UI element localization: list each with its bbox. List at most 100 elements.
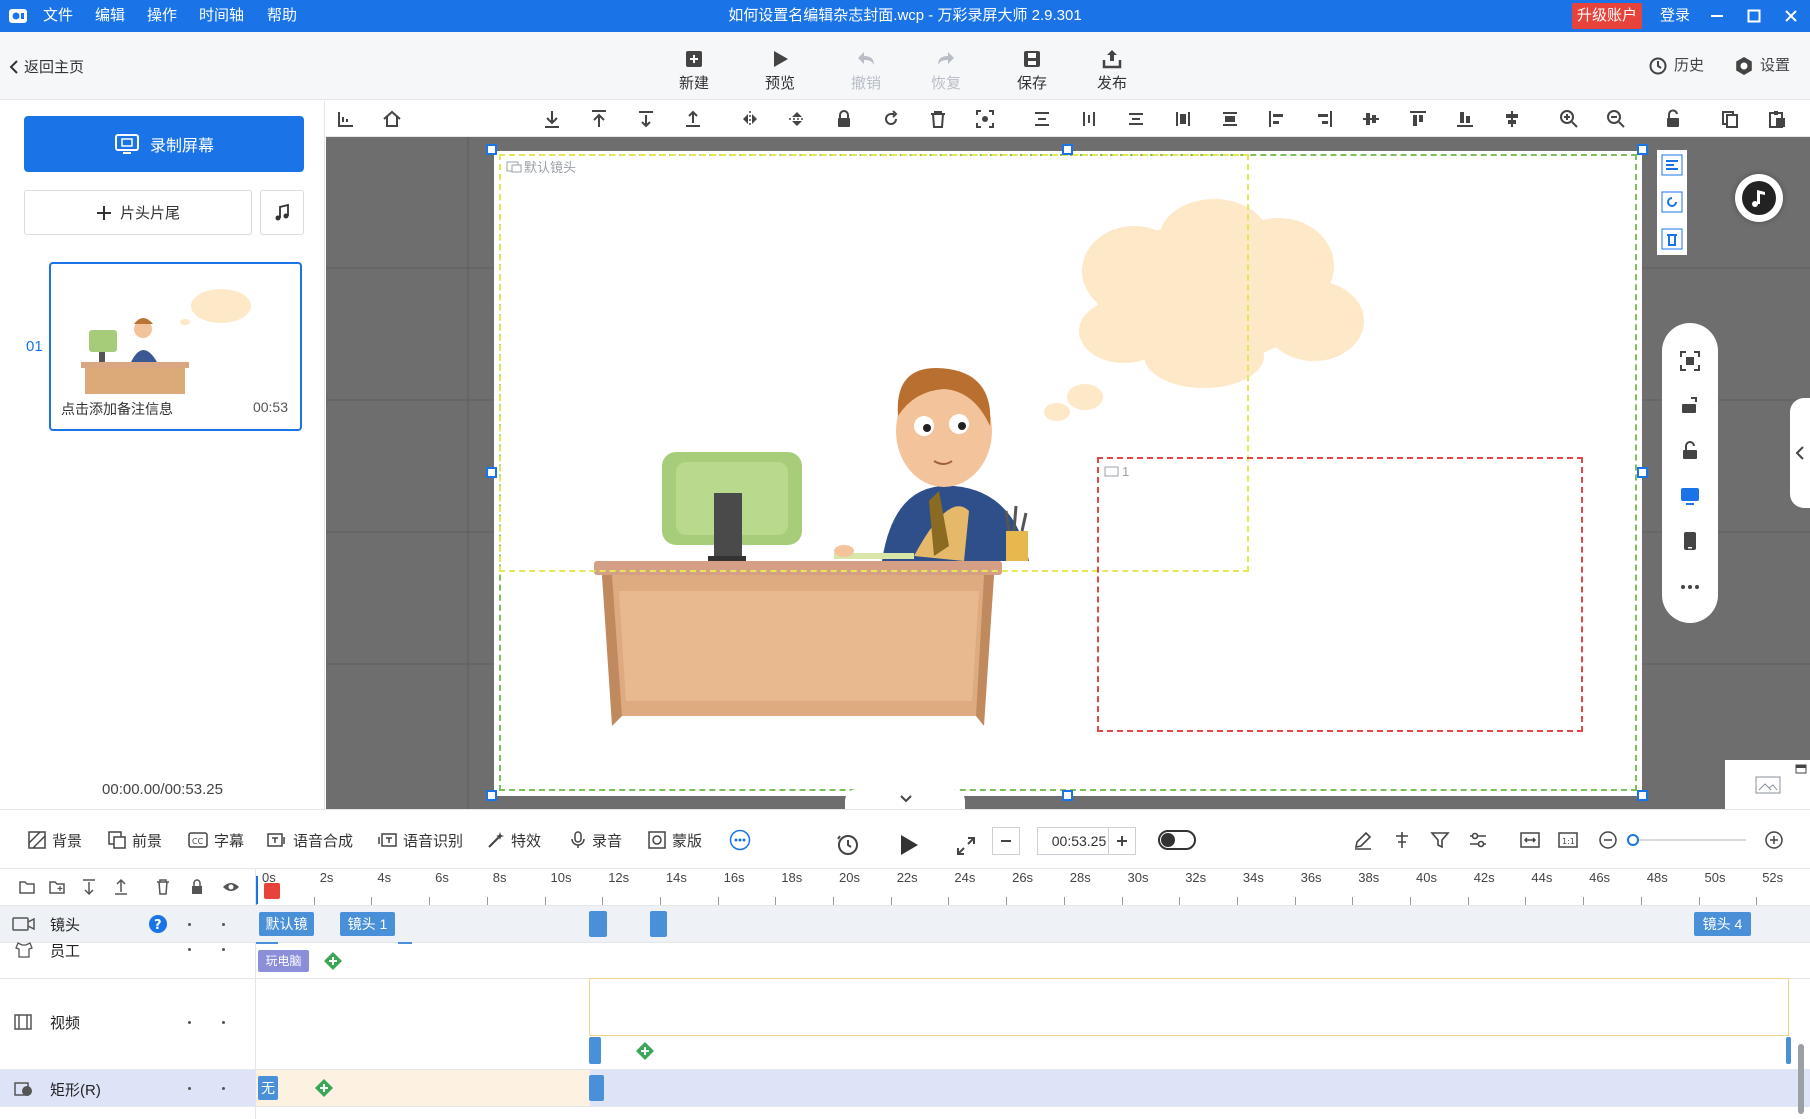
copy-icon[interactable] [1720,109,1740,129]
background-tool[interactable]: 背景 [28,828,82,852]
keyframe-add-icon[interactable] [635,1041,655,1061]
resize-handle-bl[interactable] [486,790,497,801]
lock-open-icon[interactable] [1679,440,1701,462]
resize-handle-tl[interactable] [486,144,497,155]
subtitle-tool[interactable]: CC 字幕 [188,828,244,852]
settings-button[interactable]: 设置 [1734,54,1790,78]
resize-handle-br[interactable] [1637,790,1648,801]
lock-all-icon[interactable] [188,878,206,896]
filter-icon[interactable] [1430,830,1450,850]
unlock-icon[interactable] [1663,109,1683,129]
actual-size-icon[interactable]: 1:1 [1558,830,1578,850]
menu-timeline[interactable]: 时间轴 [199,0,244,32]
rotate-device-icon[interactable] [1679,395,1701,417]
move-down-icon[interactable] [636,109,656,129]
zoom-slider-track[interactable] [1632,839,1746,841]
playhead[interactable] [256,876,258,904]
flip-vertical-icon[interactable] [787,109,807,129]
preview-button[interactable]: 预览 [748,40,812,94]
intro-outro-button[interactable]: 片头片尾 [24,190,252,235]
stage-canvas[interactable]: 默认镜头 1 [494,151,1642,796]
record-audio-tool[interactable]: 录音 [570,828,622,852]
add-folder-icon[interactable] [48,878,66,896]
resize-handle-bottom[interactable] [1062,790,1073,801]
scene-note-text[interactable]: 点击添加备注信息 [61,399,173,419]
history-button[interactable]: 历史 [1648,54,1704,78]
lock-icon[interactable] [834,109,854,129]
align-center-horizontal-icon[interactable] [1032,109,1052,129]
more-tools-icon[interactable] [729,829,751,851]
more-icon[interactable] [1679,576,1701,598]
time-ruler[interactable]: 0s 2s 4s 6s 8s 10s 12s 14s 16s 18s 20s 22s 24s 26s 28s… [256,869,1810,905]
rect-exit-marker[interactable] [589,1075,604,1101]
same-height-icon[interactable] [1173,109,1193,129]
edit-icon[interactable] [1353,830,1373,850]
resize-handle-tr[interactable] [1637,144,1648,155]
fullscreen-icon[interactable] [956,836,976,856]
replay-icon[interactable] [836,833,860,857]
scene-thumbnail-card[interactable]: 点击添加备注信息 00:53 [49,262,302,431]
align-middle-icon[interactable] [1361,109,1381,129]
resize-handle-left[interactable] [486,467,497,478]
zoom-in-icon[interactable] [1559,109,1579,129]
publish-button[interactable]: 发布 [1080,40,1144,94]
time-increase-button[interactable] [1108,827,1136,855]
rect-enter-clip[interactable]: 无 [258,1076,278,1100]
undo-button[interactable]: 撤销 [834,40,898,94]
right-panel-toggle[interactable] [1790,398,1810,508]
resize-handle-top[interactable] [1062,144,1073,155]
camera-4-clip[interactable]: 镜头 4 [1694,912,1751,936]
mobile-icon[interactable] [1679,530,1701,552]
move-bottom-icon[interactable] [542,109,562,129]
effects-tool[interactable]: 特效 [487,828,541,852]
paste-icon[interactable] [1767,109,1787,129]
move-top-icon[interactable] [589,109,609,129]
play-icon[interactable] [898,833,920,857]
align-left-icon[interactable] [1267,109,1287,129]
menu-edit[interactable]: 编辑 [95,0,125,32]
video-clip[interactable] [589,978,1789,1036]
move-layer-up-icon[interactable] [112,878,130,896]
move-layer-down-icon[interactable] [80,878,98,896]
camera-align-icon[interactable] [1661,154,1683,176]
align-right-icon[interactable] [1314,109,1334,129]
video-start-marker[interactable] [589,1037,601,1064]
flip-horizontal-icon[interactable] [740,109,760,129]
close-icon[interactable] [1784,9,1798,23]
menu-help[interactable]: 帮助 [267,0,297,32]
loop-toggle[interactable] [1158,830,1196,850]
help-icon[interactable]: ? [148,914,168,934]
upgrade-button[interactable]: 升级账户 [1572,3,1642,29]
camera-reset-icon[interactable] [1661,191,1683,213]
delete-icon[interactable] [928,109,948,129]
align-ruler-icon[interactable] [336,109,356,129]
canvas-collapse-toggle[interactable] [845,789,965,809]
camera-3-marker[interactable] [650,911,667,937]
save-button[interactable]: 保存 [1000,40,1064,94]
align-top-icon[interactable] [1408,109,1428,129]
move-up-icon[interactable] [683,109,703,129]
camera-1-clip[interactable]: 镜头 1 [340,912,395,936]
record-screen-button[interactable]: 录制屏幕 [24,116,304,172]
desktop-icon[interactable] [1679,485,1701,507]
back-home-button[interactable]: 返回主页 [8,56,84,77]
zoom-out-circle-icon[interactable] [1598,830,1618,850]
redo-button[interactable]: 恢复 [914,40,978,94]
split-icon[interactable] [1392,830,1412,850]
align-vertical-center-icon[interactable] [1502,109,1522,129]
video-end-marker[interactable] [1786,1037,1791,1064]
tts-tool[interactable]: 语音合成 [267,828,353,852]
focus-icon[interactable] [975,109,995,129]
camera-1-frame[interactable] [1097,457,1583,732]
home-icon[interactable] [382,109,402,129]
minimize-icon[interactable] [1710,9,1724,23]
folder-icon[interactable] [18,878,36,896]
align-bottom-icon[interactable] [1455,109,1475,129]
trash-icon[interactable] [154,878,172,896]
timeline-scrollbar[interactable] [1798,1044,1804,1114]
adjust-icon[interactable] [1468,830,1488,850]
menu-operate[interactable]: 操作 [147,0,177,32]
login-button[interactable]: 登录 [1660,0,1690,32]
menu-file[interactable]: 文件 [43,0,73,32]
playhead-handle[interactable] [264,883,280,899]
